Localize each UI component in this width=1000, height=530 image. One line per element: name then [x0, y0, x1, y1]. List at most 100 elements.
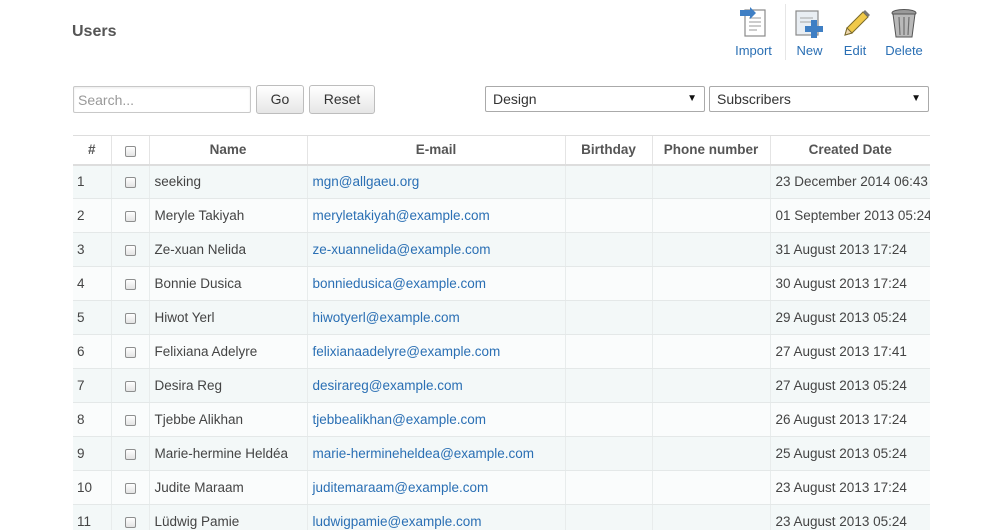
row-number: 10 [73, 470, 111, 505]
design-select[interactable]: Design ▼ [485, 86, 705, 112]
user-created-date: 27 August 2013 17:41 [769, 334, 930, 369]
row-checkbox-cell [110, 164, 149, 199]
user-email-link[interactable]: ze-xuannelida@example.com [306, 232, 565, 267]
user-email-link[interactable]: bonniedusica@example.com [306, 266, 565, 301]
row-checkbox[interactable] [124, 278, 136, 290]
user-birthday [564, 470, 652, 505]
user-birthday [564, 266, 652, 301]
row-checkbox[interactable] [124, 244, 136, 256]
subscribers-select-value: Subscribers [717, 91, 791, 107]
row-checkbox-cell [110, 198, 149, 233]
edit-label: Edit [843, 43, 867, 58]
users-table: # Name E-mail Birthday Phone number Crea… [73, 135, 930, 530]
user-email-link[interactable]: mgn@allgaeu.org [306, 164, 565, 199]
row-checkbox[interactable] [124, 448, 136, 460]
user-email-link[interactable]: hiwotyerl@example.com [306, 300, 565, 335]
column-header-created[interactable]: Created Date [769, 135, 930, 166]
user-email-link[interactable]: tjebbealikhan@example.com [306, 402, 565, 437]
user-birthday [564, 368, 652, 403]
delete-button[interactable]: Delete [877, 4, 931, 60]
row-checkbox[interactable] [124, 177, 136, 189]
user-phone [651, 470, 770, 505]
user-phone [651, 232, 770, 267]
reset-button[interactable]: Reset [309, 85, 375, 114]
user-name: Meryle Takiyah [148, 198, 307, 233]
user-name: Felixiana Adelyre [148, 334, 307, 369]
row-checkbox-cell [110, 402, 149, 437]
user-email-link[interactable]: desirareg@example.com [306, 368, 565, 403]
row-number: 7 [73, 368, 111, 403]
row-checkbox-cell [110, 436, 149, 471]
user-created-date: 23 August 2013 05:24 [769, 504, 930, 530]
table-row[interactable]: 10 Judite Maraam juditemaraam@example.com 2… [73, 470, 930, 505]
table-row[interactable]: 1 seeking mgn@allgaeu.org 23 December 2014 … [73, 164, 930, 199]
user-birthday [564, 300, 652, 335]
table-row[interactable]: 11 Lüdwig Pamie ludwigpamie@example.com 23 … [73, 504, 930, 530]
search-input[interactable] [73, 86, 251, 113]
user-email-link[interactable]: meryletakiyah@example.com [306, 198, 565, 233]
row-checkbox[interactable] [124, 346, 136, 358]
user-name: seeking [148, 164, 307, 199]
user-created-date: 23 December 2014 06:43 [769, 164, 930, 199]
row-checkbox[interactable] [124, 210, 136, 222]
new-label: New [796, 43, 823, 58]
row-checkbox[interactable] [124, 380, 136, 392]
import-button[interactable]: Import [730, 4, 777, 60]
table-row[interactable]: 9 Marie-hermine Heldéa marie-hermineheldea… [73, 436, 930, 471]
row-checkbox-cell [110, 232, 149, 267]
import-icon [739, 7, 766, 37]
user-name: Bonnie Dusica [148, 266, 307, 301]
column-header-email[interactable]: E-mail [306, 135, 565, 166]
user-phone [651, 402, 770, 437]
table-row[interactable]: 8 Tjebbe Alikhan tjebbealikhan@example.com… [73, 402, 930, 437]
table-row[interactable]: 3 Ze-xuan Nelida ze-xuannelida@example.com… [73, 232, 930, 267]
table-row[interactable]: 2 Meryle Takiyah meryletakiyah@example.com… [73, 198, 930, 233]
table-row[interactable]: 6 Felixiana Adelyre felixianaadelyre@examp… [73, 334, 930, 369]
go-button[interactable]: Go [256, 85, 304, 114]
edit-button[interactable]: Edit [833, 4, 877, 60]
user-email-link[interactable]: marie-hermineheldea@example.com [306, 436, 565, 471]
page-title: Users [72, 23, 117, 40]
table-row[interactable]: 4 Bonnie Dusica bonniedusica@example.com 30… [73, 266, 930, 301]
user-name: Hiwot Yerl [148, 300, 307, 335]
select-all-checkbox[interactable] [124, 146, 136, 158]
user-phone [651, 334, 770, 369]
table-row[interactable]: 7 Desira Reg desirareg@example.com 27 Augus… [73, 368, 930, 403]
user-birthday [564, 164, 652, 199]
user-birthday [564, 504, 652, 530]
user-birthday [564, 402, 652, 437]
user-name: Lüdwig Pamie [148, 504, 307, 530]
row-checkbox[interactable] [124, 414, 136, 426]
row-checkbox-cell [110, 334, 149, 369]
row-checkbox-cell [110, 266, 149, 301]
column-header-phone[interactable]: Phone number [651, 135, 770, 166]
row-checkbox[interactable] [124, 516, 136, 528]
chevron-down-icon: ▼ [687, 93, 697, 104]
user-birthday [564, 198, 652, 233]
user-name: Tjebbe Alikhan [148, 402, 307, 437]
row-checkbox[interactable] [124, 482, 136, 494]
user-created-date: 25 August 2013 05:24 [769, 436, 930, 471]
user-phone [651, 504, 770, 530]
row-number: 5 [73, 300, 111, 335]
column-header-birthday[interactable]: Birthday [564, 135, 652, 166]
user-email-link[interactable]: felixianaadelyre@example.com [306, 334, 565, 369]
row-number: 9 [73, 436, 111, 471]
table-row[interactable]: 5 Hiwot Yerl hiwotyerl@example.com 29 Augus… [73, 300, 930, 335]
new-button[interactable]: New [785, 4, 833, 60]
user-phone [651, 300, 770, 335]
row-checkbox[interactable] [124, 312, 136, 324]
user-name: Ze-xuan Nelida [148, 232, 307, 267]
user-created-date: 26 August 2013 17:24 [769, 402, 930, 437]
new-user-icon [794, 10, 823, 38]
import-label: Import [735, 43, 772, 58]
row-number: 6 [73, 334, 111, 369]
user-name: Marie-hermine Heldéa [148, 436, 307, 471]
user-email-link[interactable]: juditemaraam@example.com [306, 470, 565, 505]
column-header-name[interactable]: Name [148, 135, 307, 166]
subscribers-select[interactable]: Subscribers ▼ [709, 86, 929, 112]
user-email-link[interactable]: ludwigpamie@example.com [306, 504, 565, 530]
user-name: Judite Maraam [148, 470, 307, 505]
delete-label: Delete [885, 43, 923, 58]
user-created-date: 31 August 2013 17:24 [769, 232, 930, 267]
